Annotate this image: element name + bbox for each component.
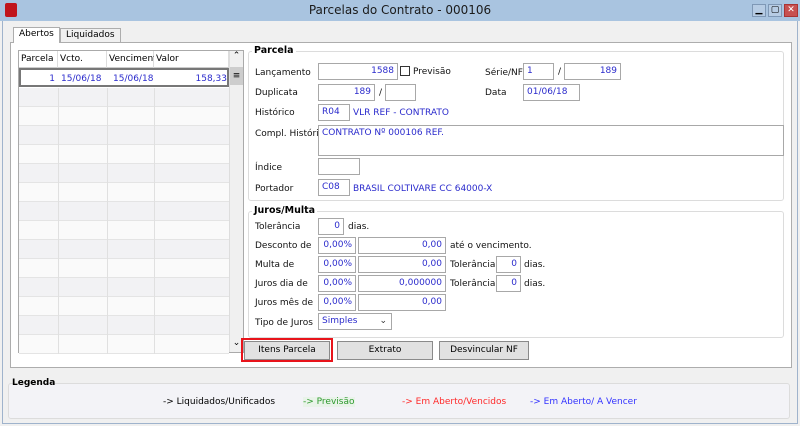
parcelas-grid[interactable]: Parcela Vcto. Orig. Vencimento Valor 1 1… [18, 50, 244, 354]
empty-row [19, 126, 229, 145]
juros-dia-dias: dias. [524, 279, 546, 289]
column-header-parcela[interactable]: Parcela [19, 51, 58, 68]
desconto-label: Desconto de [255, 241, 312, 251]
desconto-value-input[interactable]: 0,00 [358, 237, 446, 254]
table-row[interactable]: 1 15/06/18 15/06/18 158,33 [19, 68, 229, 87]
legend-liquidados: -> Liquidados/Unificados [163, 397, 276, 407]
duplicata-label: Duplicata [255, 88, 298, 98]
juros-dia-value-input[interactable]: 0,000000 [358, 275, 446, 292]
juros-dia-tolerancia-label: Tolerância [450, 279, 496, 289]
column-header-vcto-orig[interactable]: Vcto. Orig. [58, 51, 107, 80]
parcela-group-title: Parcela [252, 45, 296, 56]
minimize-button[interactable]: ▁ [752, 4, 766, 17]
duplicata-input[interactable]: 189 [318, 84, 375, 101]
empty-row [19, 88, 229, 107]
cell-vcto-orig: 15/06/18 [61, 74, 102, 84]
duplicata-slash: / [379, 88, 383, 98]
juros-mes-pct-input[interactable]: 0,00% [318, 294, 356, 311]
compl-historico-textarea[interactable]: CONTRATO Nº 000106 REF. [318, 125, 784, 156]
empty-row [19, 221, 229, 240]
column-header-vencimento[interactable]: Vencimento [107, 51, 162, 68]
indice-label: Índice [255, 163, 283, 173]
serie-nf-label: Série/NF [485, 68, 523, 78]
lancamento-label: Lançamento [255, 68, 311, 78]
scroll-thumb[interactable]: ≡ [230, 67, 243, 85]
legend-em-aberto-a-vencer: -> Em Aberto/ A Vencer [530, 397, 637, 407]
empty-row [19, 164, 229, 183]
empty-row [19, 259, 229, 278]
column-header-valor[interactable]: Valor [154, 51, 229, 68]
tolerancia-label: Tolerância [255, 222, 301, 232]
multa-label: Multa de [255, 260, 295, 270]
tab-liquidados[interactable]: Liquidados [60, 28, 121, 42]
multa-value-input[interactable]: 0,00 [358, 256, 446, 273]
historico-label: Histórico [255, 108, 295, 118]
cell-parcela: 1 [49, 74, 55, 84]
tolerancia-input[interactable]: 0 [318, 218, 344, 235]
maximize-button[interactable]: ▢ [768, 4, 782, 17]
itens-parcela-button[interactable]: Itens Parcela [244, 341, 330, 360]
portador-label: Portador [255, 184, 294, 194]
desvincular-nf-button[interactable]: Desvincular NF [439, 341, 529, 360]
grid-scrollbar[interactable]: ⌃ ≡ ⌄ [229, 51, 243, 352]
legend-em-aberto-vencidos: -> Em Aberto/Vencidos [402, 397, 507, 407]
tolerancia-dias: dias. [348, 222, 370, 232]
serie-slash: / [558, 67, 562, 77]
nf-input[interactable]: 189 [564, 63, 621, 80]
multa-pct-input[interactable]: 0,00% [318, 256, 356, 273]
empty-row [19, 278, 229, 297]
scroll-up-icon[interactable]: ⌃ [230, 51, 243, 67]
portador-description: BRASIL COLTIVARE CC 64000-X [353, 184, 493, 194]
desconto-suffix: até o vencimento. [450, 241, 532, 251]
legenda-group [8, 383, 790, 419]
multa-tolerancia-label: Tolerância [450, 260, 496, 270]
previsao-label: Previsão [413, 67, 451, 77]
juros-mes-label: Juros mês de [255, 298, 314, 308]
data-input[interactable]: 01/06/18 [523, 84, 580, 101]
close-button[interactable]: ✕ [784, 4, 798, 17]
legend-previsao: -> Previsão [303, 397, 355, 407]
juros-mes-value-input[interactable]: 0,00 [358, 294, 446, 311]
duplicata-sub-input[interactable] [385, 84, 416, 101]
tipo-juros-select[interactable]: Simples ⌄ [318, 313, 392, 330]
tab-abertos[interactable]: Abertos [13, 27, 60, 43]
legenda-title: Legenda [12, 378, 56, 388]
empty-row [19, 335, 229, 354]
tipo-juros-value: Simples [322, 316, 358, 326]
indice-input[interactable] [318, 158, 360, 175]
empty-row [19, 202, 229, 221]
tipo-juros-label: Tipo de Juros [255, 318, 313, 328]
juros-dia-pct-input[interactable]: 0,00% [318, 275, 356, 292]
multa-tolerancia-input[interactable]: 0 [496, 256, 521, 273]
empty-row [19, 316, 229, 335]
empty-row [19, 240, 229, 259]
multa-dias: dias. [524, 260, 546, 270]
empty-row [19, 297, 229, 316]
lancamento-input[interactable]: 1588 [318, 63, 398, 80]
historico-code-input[interactable]: R04 [318, 104, 350, 121]
extrato-button[interactable]: Extrato [337, 341, 433, 360]
desconto-pct-input[interactable]: 0,00% [318, 237, 356, 254]
previsao-checkbox[interactable] [400, 66, 410, 76]
window-title: Parcelas do Contrato - 000106 [308, 3, 492, 17]
data-label: Data [485, 88, 507, 98]
juros-multa-group-title: Juros/Multa [252, 205, 318, 216]
serie-input[interactable]: 1 [523, 63, 554, 80]
cell-valor: 158,33 [195, 74, 228, 84]
cell-vencimento: 15/06/18 [113, 74, 154, 84]
empty-row [19, 107, 229, 126]
portador-code-input[interactable]: C08 [318, 179, 350, 196]
empty-row [19, 183, 229, 202]
juros-dia-label: Juros dia de [255, 279, 308, 289]
chevron-down-icon: ⌄ [379, 316, 387, 326]
juros-dia-tolerancia-input[interactable]: 0 [496, 275, 521, 292]
empty-row [19, 145, 229, 164]
historico-description: VLR REF - CONTRATO [353, 108, 449, 118]
